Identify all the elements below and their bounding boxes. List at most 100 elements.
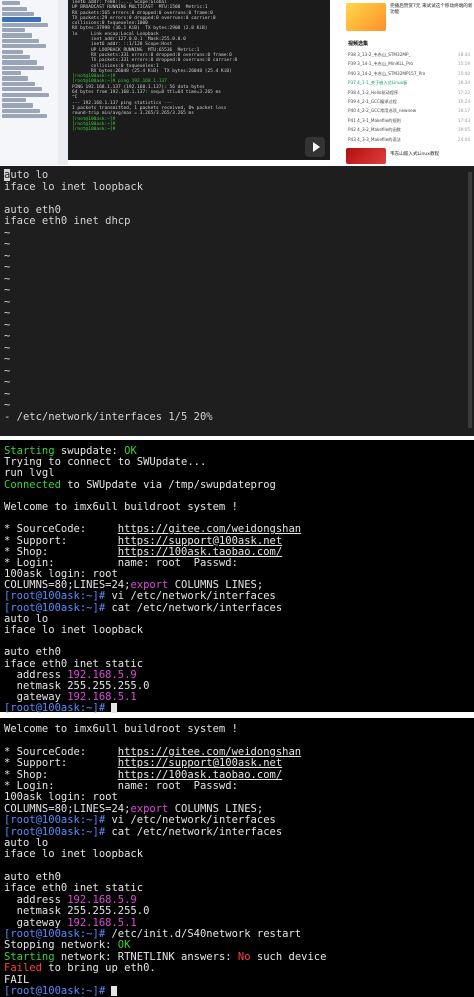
terminal-text: [root@100ask:~]# [4, 601, 106, 614]
vi-line [4, 193, 474, 205]
explorer-row[interactable] [2, 33, 32, 38]
episode-duration: 15:40 [457, 70, 470, 76]
terminal-text: Failed [4, 962, 42, 975]
terminal-text: COLUMNS=80;LINES=24; [4, 579, 131, 592]
explorer-row[interactable] [2, 28, 25, 33]
episode-item[interactable]: P39 4_2-1_GCC编译过程 15:24 [348, 99, 470, 105]
explorer-row[interactable] [2, 17, 41, 22]
terminal-text: address [4, 893, 68, 906]
explorer-row[interactable] [2, 97, 26, 103]
terminal-session-restart[interactable]: Welcome to imx6ull buildroot system ! * S… [0, 718, 474, 997]
terminal-text: COLUMNS=80;LINES=24; [4, 802, 131, 815]
explorer-row[interactable] [2, 114, 47, 119]
terminal-text: iface lo inet loopback [4, 624, 144, 636]
terminal-text: auto eth0 [4, 871, 61, 884]
terminal-line: Trying to connect to SWUpdate... [0, 457, 474, 468]
vi-empty-line-marker: ~ [4, 330, 11, 342]
terminal-text: https://gitee.com/weidongshan [117, 523, 302, 536]
terminal-text: [root@100ask:~]# [4, 590, 106, 603]
scrollbar[interactable] [468, 172, 472, 428]
episode-item[interactable]: P38 3_13-2_韦东山_STM32MP_ 18:44 [348, 52, 470, 58]
vi-empty-line-marker: ~ [4, 295, 11, 308]
episode-item[interactable]: P40 4_2-2_GCC常用选项_newnew 16:17 [348, 108, 470, 114]
episode-label: P40 3_14-2_韦东山_STM32MP157_Pro [348, 70, 426, 76]
terminal-line: Welcome to imx6ull buildroot system ! [0, 501, 474, 513]
vi-line: iface lo inet loopback [4, 180, 144, 193]
episode-duration: 17:43 [457, 117, 470, 123]
terminal-text: https://gitee.com/weidongshan [117, 745, 302, 758]
embedded-terminal: inet6 addr: fe80::..., Scope:Global UP BR… [68, 0, 330, 160]
terminal-session-cat[interactable]: Starting swupdate: OK Trying to connect t… [0, 440, 474, 714]
episode-item[interactable]: P38 4_1-2_Hello驱动程序 17:22 [348, 90, 470, 96]
terminal-text: [root@100ask:~]# [4, 928, 106, 941]
terminal-line: Welcome to imx6ull buildroot system ! [0, 723, 474, 735]
episode-duration: 16:17 [457, 108, 470, 114]
explorer-row[interactable] [2, 103, 33, 108]
terminal-text: iface eth0 inet static [4, 882, 144, 895]
terminal-text: [root@100ask:~]# [4, 984, 106, 997]
vi-editor[interactable]: auto lo iface lo inet loopback auto eth0 if… [0, 166, 474, 436]
episode-item[interactable]: P41 4_3-1_Makefile的规则 17:43 [348, 118, 470, 124]
episode-duration: 24:04 [457, 136, 470, 142]
terminal-text: * SourceCode: [4, 745, 118, 758]
episode-duration: 15:24 [457, 99, 470, 104]
episode-item[interactable]: P37 4_1-1_关于嵌入式Linux板 16:34 [348, 80, 470, 86]
terminal-line: iface lo inet loopback [0, 624, 474, 636]
explorer-row[interactable] [2, 60, 37, 65]
terminal-text: auto lo [4, 612, 49, 625]
terminal-text: auto lo [4, 836, 49, 849]
explorer-row[interactable] [2, 22, 48, 27]
explorer-row[interactable] [2, 38, 39, 43]
episode-item[interactable]: P43 4_3-3_Makefile的语法 24:04 [348, 137, 470, 143]
terminal-text: Connected [4, 478, 61, 491]
terminal-text: https://support@100ask.net [117, 757, 283, 770]
explorer-row[interactable] [2, 65, 44, 70]
terminal-text: 100ask login: root [4, 568, 118, 581]
explorer-row[interactable] [2, 108, 40, 113]
file-explorer-tree[interactable] [0, 0, 59, 165]
terminal-text: OK [124, 445, 137, 457]
vi-empty-line-marker: ~ [4, 364, 11, 377]
explorer-row[interactable] [2, 81, 35, 86]
episode-label: P37 4_1-1_关于嵌入式Linux板 [348, 80, 408, 86]
video-thumbnail[interactable] [346, 3, 386, 31]
episode-item[interactable]: P40 3_14-2_韦东山_STM32MP157_Pro 15:40 [348, 71, 470, 77]
explorer-row[interactable] [2, 49, 23, 54]
vi-line: iface eth0 inet dhcp [4, 215, 131, 227]
terminal-line: Failed to bring up eth0. [0, 963, 474, 974]
explorer-row[interactable] [2, 92, 49, 97]
explorer-row[interactable] [2, 11, 34, 17]
terminal-text: * Shop: [4, 768, 118, 781]
terminal-text: export [130, 802, 169, 815]
terminal-text: COLUMNS LINES; [168, 802, 264, 815]
vi-empty-line-marker: ~ [4, 226, 11, 239]
explorer-row[interactable] [2, 1, 20, 6]
terminal-text: vi /etc/network/interfaces [105, 814, 276, 827]
recommended-title[interactable]: 韦东山嵌入式Linux教程 [390, 152, 474, 158]
vi-empty-line-marker: ~ [4, 261, 11, 273]
terminal-text: netmask 255.255.255.0 [4, 679, 150, 692]
explorer-row[interactable] [2, 71, 21, 76]
explorer-row[interactable] [2, 87, 42, 92]
episode-list-heading: 视频选集 [348, 41, 369, 47]
explorer-row[interactable] [2, 6, 27, 11]
episode-item[interactable]: P39 3_14-1_韦东山_MiniKLL_Pro 15:19 [348, 61, 470, 67]
terminal-text: https://support@100ask.net [117, 534, 283, 547]
episode-label: P42 4_3-2_Makefile的函数 [348, 127, 401, 133]
terminal-text: https://100ask.taobao.com/ [117, 768, 283, 781]
episode-item[interactable]: P42 4_3-2_Makefile的函数 19:05 [348, 127, 470, 133]
explorer-row[interactable] [2, 54, 30, 60]
recommended-thumbnail[interactable] [346, 148, 386, 164]
terminal-text: vi /etc/network/interfaces [105, 590, 276, 603]
vi-status-line: - /etc/network/interfaces 1/5 20% [4, 410, 213, 423]
explorer-row[interactable] [2, 44, 46, 49]
terminal-text: Starting [4, 445, 55, 457]
terminal-text: [root@100ask:~]# [4, 814, 106, 827]
terminal-text: * Login: name: root Passwd: [4, 556, 238, 569]
play-icon[interactable] [305, 137, 325, 157]
video-promo-title[interactable]: 完播后赞赏7元 来试试这个移动终端的新功能 [390, 4, 474, 16]
terminal-text: [root@100ask:~]# [4, 825, 106, 838]
terminal-line: Connected to SWUpdate via /tmp/swupdatep… [0, 478, 474, 491]
top-screenshot-panel: inet6 addr: fe80::..., Scope:Global UP BR… [0, 0, 474, 165]
explorer-row[interactable] [2, 76, 28, 81]
